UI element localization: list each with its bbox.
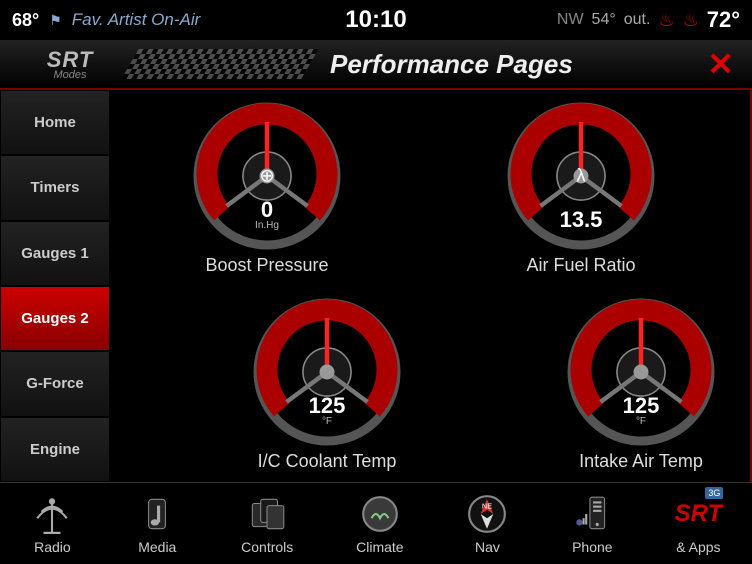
seat-heat-right-icon[interactable]: ♨ — [683, 10, 699, 31]
flag-icon: ⚑ — [49, 12, 62, 29]
nav-label: Radio — [34, 539, 71, 555]
gauge-dial: λ 13.5 — [506, 101, 656, 251]
media-icon — [136, 493, 178, 535]
gauge-dial: ⊕ 0In.Hg — [192, 101, 342, 251]
sidebar-item-gauges-2[interactable]: Gauges 2 — [0, 286, 110, 351]
gauge-center-icon: ⊕ — [259, 165, 274, 186]
gauge-value: 0In.Hg — [192, 199, 342, 231]
gauge-air-fuel-ratio: λ 13.5 Air Fuel Ratio — [424, 90, 738, 286]
sidebar-item-gauges-1[interactable]: Gauges 1 — [0, 221, 110, 286]
gauge-unit: °F — [566, 417, 716, 427]
sidebar-item-home[interactable]: Home — [0, 90, 110, 155]
network-badge: 3G — [705, 487, 723, 499]
exterior-temp: 68° — [12, 10, 39, 31]
sidebar-item-timers[interactable]: Timers — [0, 155, 110, 220]
gauge-unit: In.Hg — [192, 221, 342, 231]
checker-decoration — [121, 49, 318, 79]
nav-label: Controls — [241, 539, 293, 555]
nav-label: & Apps — [676, 539, 720, 555]
controls-icon — [246, 493, 288, 535]
nav-radio[interactable]: Radio — [31, 493, 73, 555]
now-playing-label[interactable]: Fav. Artist On-Air — [72, 10, 200, 30]
nav-label: Climate — [356, 539, 403, 555]
brand-logo: SRT Modes — [0, 47, 140, 81]
gauge-area: ⊕ 0In.Hg Boost Pressure λ 13.5 Air Fuel … — [110, 90, 752, 482]
cabin-temp: 72° — [707, 7, 740, 33]
gauge-label: Intake Air Temp — [579, 451, 703, 472]
radio-icon — [31, 493, 73, 535]
outside-suffix: out. — [624, 11, 651, 29]
nav-climate[interactable]: Climate — [356, 493, 403, 555]
nav-apps[interactable]: SRT 3G & Apps — [676, 493, 720, 555]
seat-heat-left-icon[interactable]: ♨ — [658, 10, 674, 31]
srt-apps-icon: SRT 3G — [677, 493, 719, 535]
gauge-label: Air Fuel Ratio — [526, 255, 635, 276]
bottom-nav: Radio Media Controls Climate NE Nav Phone SRT … — [0, 482, 752, 564]
sidebar-item-engine[interactable]: Engine — [0, 417, 110, 482]
nav-phone[interactable]: Phone — [571, 493, 613, 555]
sidebar: HomeTimersGauges 1Gauges 2G-ForceEngine — [0, 90, 110, 482]
gauge-unit: °F — [252, 417, 402, 427]
gauge-value: 125°F — [566, 395, 716, 427]
status-bar: 68° ⚑ Fav. Artist On-Air 10:10 NW 54° ou… — [0, 0, 752, 40]
gauge-label: Boost Pressure — [205, 255, 328, 276]
nav-label: Media — [138, 539, 176, 555]
gauge-center-icon: λ — [577, 165, 586, 186]
gauge-value: 13.5 — [506, 209, 656, 231]
nav-label: Phone — [572, 539, 612, 555]
page-header: SRT Modes Performance Pages ✕ — [0, 40, 752, 90]
sidebar-item-g-force[interactable]: G-Force — [0, 351, 110, 416]
nav-icon: NE — [466, 493, 508, 535]
gauge-dial: 125°F — [252, 297, 402, 447]
gauge-dial: 125°F — [566, 297, 716, 447]
compass-direction: NW — [557, 11, 584, 29]
outside-temp: 54° — [592, 11, 616, 29]
climate-icon — [359, 493, 401, 535]
nav-nav[interactable]: NE Nav — [466, 493, 508, 555]
nav-label: Nav — [475, 539, 500, 555]
gauge-label: I/C Coolant Temp — [258, 451, 397, 472]
svg-text:NE: NE — [482, 501, 492, 510]
gauge-boost-pressure: ⊕ 0In.Hg Boost Pressure — [110, 90, 424, 286]
page-title: Performance Pages — [330, 49, 573, 80]
nav-controls[interactable]: Controls — [241, 493, 293, 555]
gauge-intake-air-temp: 125°F Intake Air Temp — [484, 286, 752, 482]
clock: 10:10 — [345, 6, 406, 34]
gauge-i-c-coolant-temp: 125°F I/C Coolant Temp — [170, 286, 484, 482]
phone-icon — [571, 493, 613, 535]
close-button[interactable]: ✕ — [707, 45, 734, 83]
gauge-value: 125°F — [252, 395, 402, 427]
nav-media[interactable]: Media — [136, 493, 178, 555]
